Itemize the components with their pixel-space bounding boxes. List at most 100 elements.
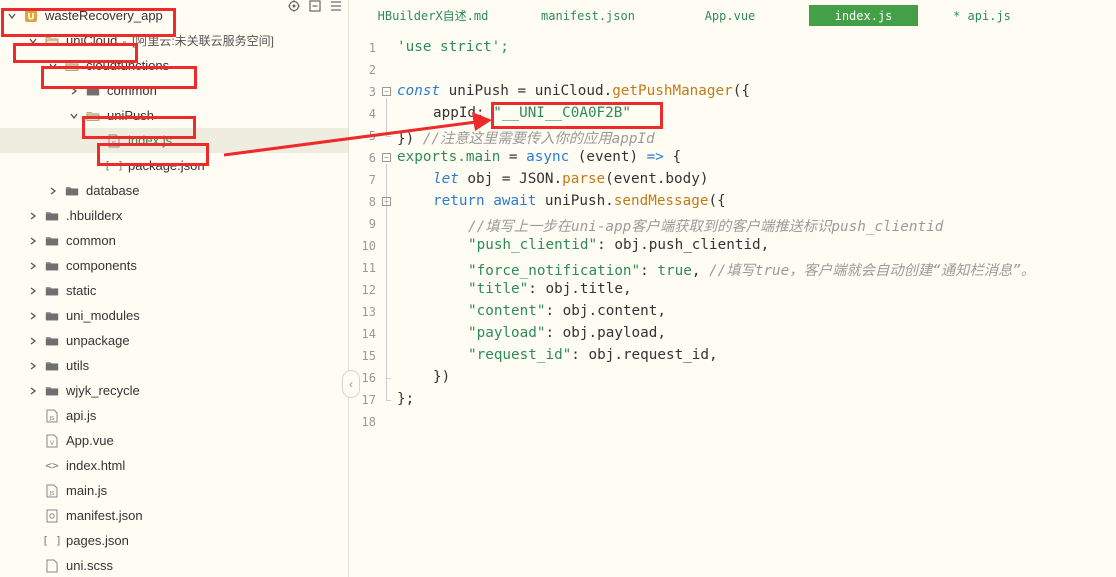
collapse-sidebar-handle[interactable]: ‹ xyxy=(342,370,360,398)
code-token: , xyxy=(691,263,710,279)
fold-toggle-icon[interactable]: − xyxy=(382,87,391,96)
chevron-right-icon[interactable] xyxy=(29,236,37,245)
tree-item-pages-json[interactable]: [ ] pages.json xyxy=(0,528,348,553)
fold-guide-end xyxy=(386,136,391,137)
tree-item-unipush[interactable]: uniPush xyxy=(0,103,348,128)
code-line-8: return await uniPush.sendMessage({ xyxy=(433,193,726,209)
tree-item-index-js[interactable]: JS index.js xyxy=(0,128,348,153)
code-token: appId: xyxy=(433,105,494,121)
tab-label: * api.js xyxy=(953,8,1011,23)
code-token: true xyxy=(657,263,692,279)
svg-text:JS: JS xyxy=(48,416,55,422)
tree-item-common[interactable]: common xyxy=(0,228,348,253)
fold-guide-end xyxy=(386,378,391,379)
chevron-right-icon[interactable] xyxy=(29,286,37,295)
code-token: "push_clientid" xyxy=(468,237,598,253)
code-token: main xyxy=(465,149,501,165)
tree-item-package-json[interactable]: [ ] package.json xyxy=(0,153,348,178)
code-token: uniPush = uniCloud. xyxy=(440,83,613,99)
tree-item-main-js[interactable]: JS main.js xyxy=(0,478,348,503)
tree-item-manifest-json[interactable]: manifest.json xyxy=(0,503,348,528)
tab-api-js[interactable]: * api.js xyxy=(944,5,1020,26)
code-token: : obj.payload, xyxy=(545,325,666,341)
tab-hbuilderx-readme[interactable]: HBuilderX自述.md xyxy=(368,5,498,26)
tree-item-app-vue[interactable]: V App.vue xyxy=(0,428,348,453)
chevron-right-icon[interactable] xyxy=(29,261,37,270)
code-line-1: 'use strict'; xyxy=(397,39,509,55)
code-token: (event.body) xyxy=(605,171,709,187)
line-number: 3 xyxy=(368,85,376,99)
tab-label: index.js xyxy=(834,8,893,23)
line-number: 18 xyxy=(361,415,376,429)
tree-item-common[interactable]: common xyxy=(0,78,348,103)
chevron-right-icon[interactable] xyxy=(49,186,57,195)
tree-item-api-js[interactable]: JS api.js xyxy=(0,403,348,428)
code-line-13: "content": obj.content, xyxy=(468,303,666,319)
fold-toggle-icon[interactable]: − xyxy=(382,197,391,206)
code-line-12: "title": obj.title, xyxy=(468,281,632,297)
code-token: : obj.request_id, xyxy=(571,347,718,363)
folder-icon xyxy=(86,84,100,98)
tree-item-wasterecovery-app[interactable]: UwasteRecovery_app xyxy=(0,3,348,28)
tree-item-components[interactable]: components xyxy=(0,253,348,278)
file-js-icon: JS xyxy=(107,134,121,148)
tree-item-static[interactable]: static xyxy=(0,278,348,303)
tab-app-vue[interactable]: App.vue xyxy=(690,5,770,26)
chevron-right-icon[interactable] xyxy=(29,211,37,220)
tree-item-hbuilderx[interactable]: .hbuilderx xyxy=(0,203,348,228)
tab-label: HBuilderX自述.md xyxy=(377,9,489,23)
line-number: 13 xyxy=(361,305,376,319)
tree-item-wjyk-recycle[interactable]: wjyk_recycle xyxy=(0,378,348,403)
line-number: 5 xyxy=(368,129,376,143)
svg-text:U: U xyxy=(27,12,34,22)
code-token: "payload" xyxy=(468,325,546,341)
tree-item-database[interactable]: database xyxy=(0,178,348,203)
file-html-icon: <> xyxy=(45,458,59,472)
app-id-value: "__UNI__C0A0F2B" xyxy=(493,105,631,121)
tree-item-label: database xyxy=(86,183,140,198)
code-line-3: const uniPush = uniCloud.getPushManager(… xyxy=(397,83,750,99)
chevron-right-icon[interactable] xyxy=(29,386,37,395)
code-token: 'use strict'; xyxy=(397,39,509,55)
tree-item-cloudfunctions[interactable]: cloudfunctions xyxy=(0,53,348,78)
line-number: 2 xyxy=(368,63,376,77)
tree-item-label: index.js xyxy=(128,133,173,148)
tree-item-uni-modules[interactable]: uni_modules xyxy=(0,303,348,328)
tree-item-index-html[interactable]: <> index.html xyxy=(0,453,348,478)
file-js-icon: JS xyxy=(45,409,59,423)
chevron-right-icon[interactable] xyxy=(29,361,37,370)
code-token: ({ xyxy=(732,83,750,99)
tree-item-label: common xyxy=(107,83,157,98)
chevron-down-icon[interactable] xyxy=(29,37,37,45)
tree-item-unicloud[interactable]: uniCloud - [阿里云:未关联云服务空间] xyxy=(0,28,348,53)
project-icon: U xyxy=(24,9,38,23)
folder-icon xyxy=(45,234,59,248)
folder-open-icon xyxy=(65,59,79,73)
cloud-space-separator: - xyxy=(119,33,130,48)
fold-toggle-icon[interactable]: − xyxy=(382,153,391,162)
tree-item-utils[interactable]: utils xyxy=(0,353,348,378)
code-comment: //注意这里需要传入你的应用appId xyxy=(422,131,655,147)
code-token: }) xyxy=(397,131,423,147)
tab-index-js[interactable]: index.js xyxy=(809,5,918,26)
code-comment: //填写true，客户端就会自动创建“通知栏消息”。 xyxy=(709,263,1036,279)
chevron-right-icon[interactable] xyxy=(29,336,37,345)
svg-text:JS: JS xyxy=(110,141,117,147)
code-line-15: "request_id": obj.request_id, xyxy=(468,347,718,363)
tree-item-uni-scss[interactable]: uni.scss xyxy=(0,553,348,577)
tab-manifest-json[interactable]: manifest.json xyxy=(535,5,641,26)
tree-item-unpackage[interactable]: unpackage xyxy=(0,328,348,353)
tree-item-label: components xyxy=(66,258,137,273)
code-token: "force_notification" xyxy=(468,263,641,279)
code-token: parse xyxy=(562,171,606,187)
chevron-down-icon[interactable] xyxy=(70,112,78,120)
chevron-left-icon: ‹ xyxy=(349,377,353,391)
line-number: 4 xyxy=(368,107,376,121)
chevron-down-icon[interactable] xyxy=(8,12,16,20)
code-token: sendMessage xyxy=(613,193,709,209)
file-js-icon: JS xyxy=(45,484,59,498)
chevron-down-icon[interactable] xyxy=(49,62,57,70)
chevron-right-icon[interactable] xyxy=(70,86,78,95)
chevron-right-icon[interactable] xyxy=(29,311,37,320)
